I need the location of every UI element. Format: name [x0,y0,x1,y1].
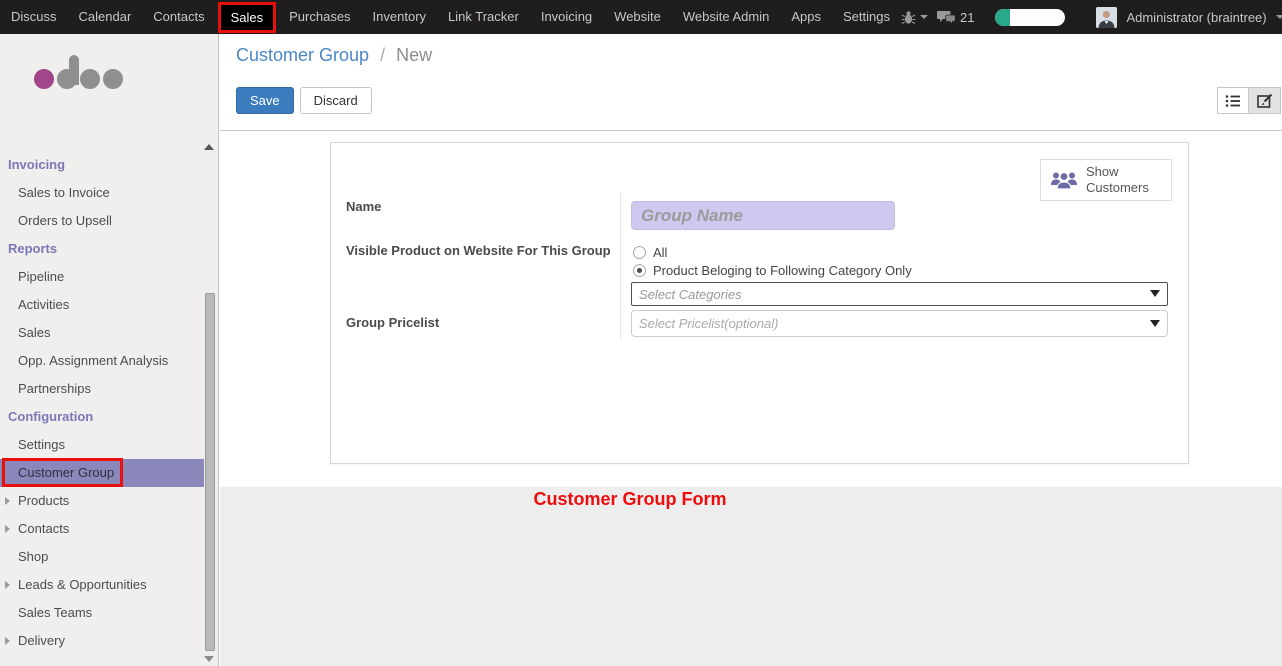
visibility-label: Visible Product on Website For This Grou… [346,243,631,258]
sidebar-scroll-up-icon[interactable] [204,144,214,150]
topbar-item-discuss[interactable]: Discuss [0,0,68,34]
breadcrumb: Customer Group / New [236,45,432,66]
expand-arrow-icon [5,497,10,505]
annotation-caption: Customer Group Form [220,489,1040,510]
messages-indicator[interactable]: 21 [937,10,974,25]
categories-select[interactable] [631,282,1168,306]
footer-band: Customer Group Form [220,487,1282,666]
form-buttons: Save Discard [236,87,372,114]
form-column-separator [620,193,621,339]
usage-progress-pill[interactable] [995,9,1065,26]
sidebar-item-sales[interactable]: Sales [0,319,218,347]
radio-category-icon[interactable] [633,264,646,277]
user-caret-icon [1276,15,1282,19]
group-pricelist-label: Group Pricelist [346,315,439,330]
sidebar-header-invoicing: Invoicing [0,151,218,179]
name-label: Name [346,199,381,214]
sidebar-item-sales-teams[interactable]: Sales Teams [0,599,218,627]
pricelist-input[interactable] [631,310,1168,337]
logo-ring-o2 [80,69,100,89]
sidebar-item-shop[interactable]: Shop [0,543,218,571]
logo-ring-o3 [103,69,123,89]
breadcrumb-separator: / [374,45,391,65]
topbar-item-website-admin[interactable]: Website Admin [672,0,780,34]
topbar-item-settings[interactable]: Settings [832,0,901,34]
chat-icon [937,10,956,25]
topbar: Discuss Calendar Contacts Sales Purchase… [0,0,1282,34]
topbar-item-link-tracker[interactable]: Link Tracker [437,0,530,34]
breadcrumb-customer-group[interactable]: Customer Group [236,45,369,65]
topbar-item-contacts[interactable]: Contacts [142,0,215,34]
topbar-item-sales[interactable]: Sales [218,2,277,33]
sidebar-item-delivery[interactable]: Delivery [0,627,218,655]
sidebar-header-reports: Reports [0,235,218,263]
customers-icon [1050,168,1078,192]
message-count: 21 [960,10,974,25]
logo-ring-o1 [34,69,54,89]
sidebar-item-pipeline[interactable]: Pipeline [0,263,218,291]
bug-icon[interactable] [901,10,928,25]
sidebar-item-orders-to-upsell[interactable]: Orders to Upsell [0,207,218,235]
sidebar-item-leads-opportunities[interactable]: Leads & Opportunities [0,571,218,599]
sidebar-header-configuration: Configuration [0,403,218,431]
form-view-icon [1257,93,1273,108]
view-switcher [1217,87,1281,114]
sidebar-item-partnerships[interactable]: Partnerships [0,375,218,403]
topbar-item-website[interactable]: Website [603,0,672,34]
topbar-item-inventory[interactable]: Inventory [362,0,437,34]
sidebar-item-opp-assignment-analysis[interactable]: Opp. Assignment Analysis [0,347,218,375]
show-customers-label: Show Customers [1086,164,1150,197]
list-view-button[interactable] [1217,87,1249,114]
user-menu[interactable]: Administrator (braintree) [1126,10,1266,25]
radio-all-icon[interactable] [633,246,646,259]
discard-button[interactable]: Discard [300,87,372,114]
page: Discuss Calendar Contacts Sales Purchase… [0,0,1282,666]
expand-arrow-icon [5,581,10,589]
topbar-right: 21 Administrator (braintree) [901,7,1282,28]
radio-option-all[interactable]: All [633,245,667,260]
topbar-item-apps[interactable]: Apps [780,0,832,34]
categories-input[interactable] [631,282,1168,306]
show-customers-button[interactable]: Show Customers [1040,159,1172,201]
control-panel: Customer Group / New Save Discard [220,34,1282,131]
radio-all-label: All [653,245,667,260]
sidebar-item-customer-group[interactable]: Customer Group [0,459,204,487]
customer-group-form-card: Show Customers Name Visible Product on W… [330,142,1189,464]
sidebar-item-settings[interactable]: Settings [0,431,218,459]
topbar-item-invoicing[interactable]: Invoicing [530,0,603,34]
sidebar-item-contacts[interactable]: Contacts [0,515,218,543]
sidebar-item-sales-to-invoice[interactable]: Sales to Invoice [0,179,218,207]
group-name-input[interactable] [631,201,895,230]
radio-option-category[interactable]: Product Beloging to Following Category O… [633,263,912,278]
radio-category-label: Product Beloging to Following Category O… [653,263,912,278]
odoo-logo[interactable] [34,69,123,89]
avatar[interactable] [1096,7,1117,28]
topbar-item-purchases[interactable]: Purchases [278,0,361,34]
bug-caret-icon [920,15,928,19]
pricelist-select[interactable] [631,310,1168,337]
expand-arrow-icon [5,637,10,645]
usage-progress-fill [995,9,1010,26]
topbar-item-calendar[interactable]: Calendar [68,0,143,34]
sidebar-item-products[interactable]: Products [0,487,218,515]
list-view-icon [1225,94,1241,108]
logo-letter-d [57,69,77,89]
expand-arrow-icon [5,525,10,533]
breadcrumb-new: New [396,45,432,65]
sidebar-scroll-down-icon[interactable] [204,656,214,662]
sidebar-menu: Invoicing Sales to Invoice Orders to Ups… [0,151,218,655]
sidebar: Invoicing Sales to Invoice Orders to Ups… [0,34,219,666]
save-button[interactable]: Save [236,87,294,114]
sidebar-item-activities[interactable]: Activities [0,291,218,319]
form-view-button[interactable] [1249,87,1281,114]
